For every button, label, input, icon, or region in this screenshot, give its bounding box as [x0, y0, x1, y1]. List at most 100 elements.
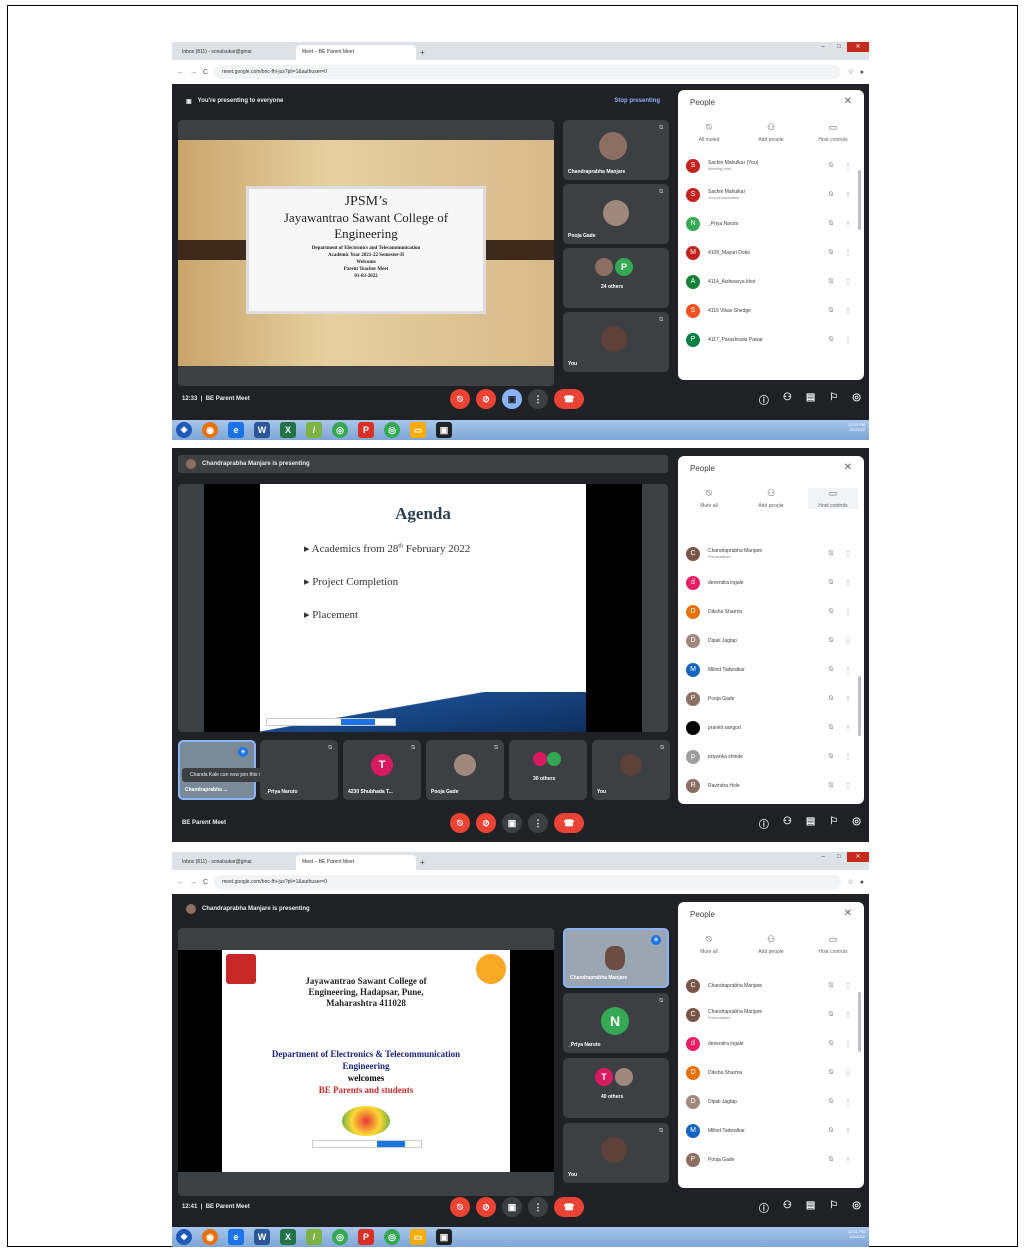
chat-icon[interactable]: ▤ — [806, 816, 815, 831]
more-options-button[interactable]: ⋮ — [528, 1197, 548, 1217]
mic-off-icon[interactable]: ⍉ — [820, 1069, 842, 1077]
start-icon[interactable]: ❖ — [176, 422, 192, 438]
new-tab-button[interactable]: + — [420, 46, 425, 60]
folder-icon[interactable]: ▭ — [410, 422, 426, 438]
profile-icon[interactable]: ● — [860, 69, 864, 76]
reload-icon[interactable]: C — [203, 69, 208, 76]
activities-icon[interactable]: ⚐ — [829, 392, 838, 407]
mic-off-icon[interactable]: ⍉ — [820, 162, 842, 170]
mic-off-icon[interactable]: ⍉ — [820, 191, 842, 199]
camera-button[interactable]: ⊘ — [476, 389, 496, 409]
firefox-icon[interactable]: ◉ — [202, 1229, 218, 1245]
meet-icon[interactable]: ▣ — [436, 422, 452, 438]
star-icon[interactable]: ☆ — [847, 878, 853, 886]
tab-gmail[interactable]: Inbox (811) - sonalsukar@gmai — [176, 855, 296, 870]
participant-tile[interactable]: ⍉ You — [592, 740, 670, 800]
more-options-icon[interactable]: ⋮ — [842, 220, 854, 228]
lock-icon[interactable]: ◎ — [852, 1200, 861, 1215]
participant-row[interactable]: d devendra ingale ⍉ ⋮ — [686, 1030, 854, 1058]
minimize-icon[interactable]: – — [815, 852, 831, 862]
mic-off-icon[interactable]: ⍉ — [820, 982, 842, 990]
participant-row[interactable]: D Diksha Sharma ⍉ ⋮ — [686, 1059, 854, 1087]
more-options-icon[interactable]: ⋮ — [842, 278, 854, 286]
chat-icon[interactable]: ▤ — [806, 1200, 815, 1215]
mic-off-icon[interactable]: ⍉ — [820, 550, 842, 558]
participant-row[interactable]: S Sachin Mahulkar (You) Meeting host ⍉ ⋮ — [686, 152, 854, 180]
participant-tile[interactable]: N ⍉ _Priya Naruto — [563, 993, 669, 1053]
participant-tile[interactable]: ⍉ Chandraprabha Manjare — [563, 120, 669, 180]
participant-tile[interactable]: P 24 others — [563, 248, 669, 308]
mic-button[interactable]: ⍉ — [450, 389, 470, 409]
mic-off-icon[interactable]: ⍉ — [820, 1098, 842, 1106]
participant-row[interactable]: M Milind Tadwalkar ⍉ ⋮ — [686, 1117, 854, 1145]
mic-off-icon[interactable]: ⍉ — [820, 1040, 842, 1048]
tab-gmail[interactable]: Inbox (811) - sonalsukar@gmai — [176, 45, 296, 60]
participant-tile[interactable]: ⍉ Pooja Gade — [563, 184, 669, 244]
start-icon[interactable]: ❖ — [176, 1229, 192, 1245]
participant-row[interactable]: P Pooja Gade ⍉ ⋮ — [686, 685, 854, 713]
stop-presenting-button[interactable]: Stop presenting — [614, 98, 660, 104]
folder-icon[interactable]: ▭ — [410, 1229, 426, 1245]
back-icon[interactable]: ← — [177, 69, 184, 76]
mic-off-icon[interactable]: ⍉ — [820, 307, 842, 315]
participant-tile[interactable]: 30 others — [509, 740, 587, 800]
pdf-icon[interactable]: P — [358, 422, 374, 438]
more-options-icon[interactable]: ⋮ — [842, 608, 854, 616]
tab-meet[interactable]: Meet – BE Parent Meet — [296, 855, 416, 870]
participant-row[interactable]: D Dipali Jagtap ⍉ ⋮ — [686, 627, 854, 655]
more-options-icon[interactable]: ⋮ — [842, 782, 854, 790]
firefox-icon[interactable]: ◉ — [202, 422, 218, 438]
mute-all-button[interactable]: ⍉ All muted — [684, 122, 734, 143]
more-options-icon[interactable]: ⋮ — [842, 1098, 854, 1106]
participant-row[interactable]: prankit sangod ⍉ ⋮ — [686, 714, 854, 742]
participant-tile[interactable]: ◈ Chandraprabha Manjare — [563, 928, 669, 988]
activities-icon[interactable]: ⚐ — [829, 816, 838, 831]
scrollbar[interactable] — [858, 170, 861, 230]
chat-icon[interactable]: ▤ — [806, 392, 815, 407]
excel-icon[interactable]: X — [280, 1229, 296, 1245]
present-button[interactable]: ▣ — [502, 389, 522, 409]
mic-off-icon[interactable]: ⍉ — [820, 1127, 842, 1135]
participant-row[interactable]: S 4116 Vikas Shedge ⍉ ⋮ — [686, 297, 854, 325]
participant-tile[interactable]: ⍉ Pooja Gade — [426, 740, 504, 800]
host-controls-button[interactable]: ▭ Host controls — [808, 934, 858, 955]
app-icon[interactable]: / — [306, 422, 322, 438]
people-icon[interactable]: ⚇ — [783, 392, 792, 407]
mic-off-icon[interactable]: ⍉ — [820, 608, 842, 616]
participant-row[interactable]: M Milind Tadwalkar ⍉ ⋮ — [686, 656, 854, 684]
more-options-icon[interactable]: ⋮ — [842, 336, 854, 344]
reload-icon[interactable]: C — [203, 879, 208, 886]
more-options-icon[interactable]: ⋮ — [842, 249, 854, 257]
chrome-icon[interactable]: ◎ — [332, 422, 348, 438]
more-options-icon[interactable]: ⋮ — [842, 162, 854, 170]
tab-meet[interactable]: Meet – BE Parent Meet — [296, 45, 416, 60]
mute-all-button[interactable]: ⍉ Mute all — [684, 488, 734, 509]
more-options-icon[interactable]: ⋮ — [842, 579, 854, 587]
more-options-icon[interactable]: ⋮ — [842, 1011, 854, 1019]
mic-off-icon[interactable]: ⍉ — [820, 1011, 842, 1019]
mic-off-icon[interactable]: ⍉ — [820, 579, 842, 587]
forward-icon[interactable]: → — [190, 879, 197, 886]
profile-icon[interactable]: ● — [860, 879, 864, 886]
mic-button[interactable]: ⍉ — [450, 813, 470, 833]
app-icon[interactable]: / — [306, 1229, 322, 1245]
mic-off-icon[interactable]: ⍉ — [820, 695, 842, 703]
camera-button[interactable]: ⊘ — [476, 1197, 496, 1217]
mic-off-icon[interactable]: ⍉ — [820, 724, 842, 732]
participant-row[interactable]: P Pooja Gade ⍉ ⋮ — [686, 1146, 854, 1174]
excel-icon[interactable]: X — [280, 422, 296, 438]
mic-off-icon[interactable]: ⍉ — [820, 753, 842, 761]
mic-off-icon[interactable]: ⍉ — [820, 637, 842, 645]
more-options-icon[interactable]: ⋮ — [842, 1156, 854, 1164]
scrollbar[interactable] — [858, 992, 861, 1052]
more-options-icon[interactable]: ⋮ — [842, 982, 854, 990]
mic-off-icon[interactable]: ⍉ — [820, 278, 842, 286]
pdf-icon[interactable]: P — [358, 1229, 374, 1245]
back-icon[interactable]: ← — [177, 879, 184, 886]
people-icon[interactable]: ⚇ — [783, 1200, 792, 1215]
word-icon[interactable]: W — [254, 1229, 270, 1245]
address-bar[interactable]: meet.google.com/bnc-fhi-jus?pli=1&authus… — [214, 65, 842, 79]
mic-off-icon[interactable]: ⍉ — [820, 666, 842, 674]
present-button[interactable]: ▣ — [502, 813, 522, 833]
chrome-icon[interactable]: ◎ — [384, 422, 400, 438]
